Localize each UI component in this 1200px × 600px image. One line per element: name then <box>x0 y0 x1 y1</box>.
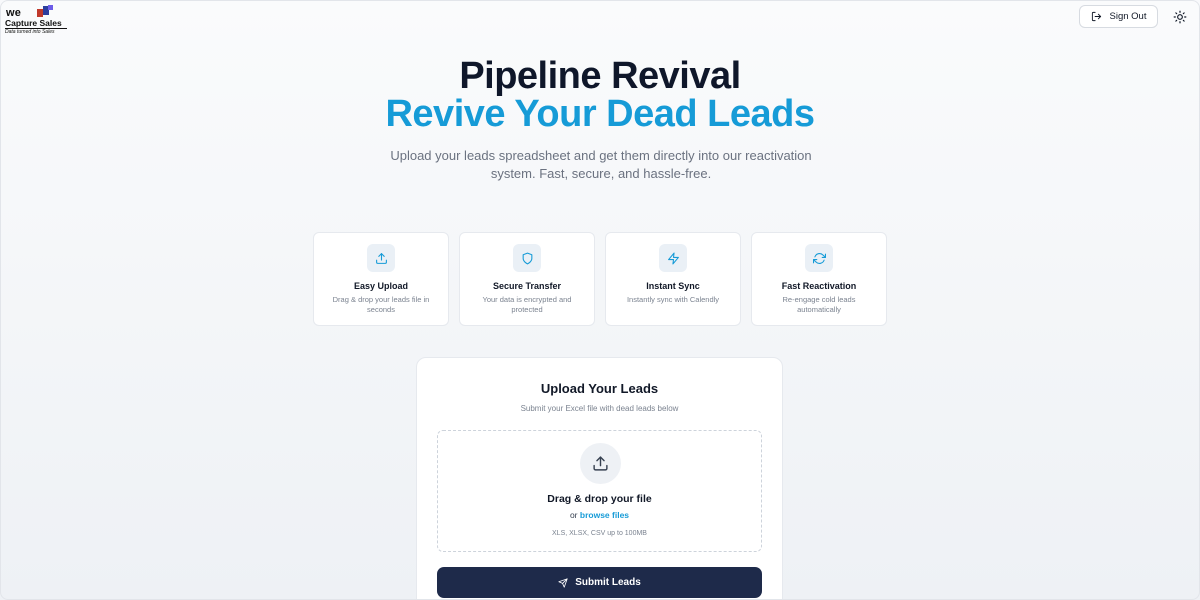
feature-title: Fast Reactivation <box>781 281 857 291</box>
feature-desc: Re-engage cold leads automatically <box>782 295 856 314</box>
dropzone-browse-line: or browse files <box>438 510 761 520</box>
dropzone-or-text: or <box>569 510 578 520</box>
feature-desc: Instantly sync with Calendly <box>626 295 720 304</box>
upload-title: Upload Your Leads <box>540 381 659 396</box>
page-subtitle: Revive Your Dead Leads <box>385 93 815 135</box>
feature-title: Easy Upload <box>353 281 409 291</box>
feature-list: Easy Upload Drag & drop your leads file … <box>313 232 887 326</box>
logo-brand-text: Capture Sales <box>5 18 62 28</box>
submit-leads-label: Submit Leads <box>575 577 641 588</box>
feature-card-fast-reactivation: Fast Reactivation Re-engage cold leads a… <box>751 232 887 326</box>
logo-mark-icon <box>37 5 53 17</box>
file-dropzone[interactable]: Drag & drop your file or browse files XL… <box>437 430 762 552</box>
dropzone-icon-circle <box>580 443 621 484</box>
logout-icon <box>1091 11 1101 22</box>
logo-tagline: Data turned into Sales <box>5 28 67 35</box>
refresh-icon <box>812 252 826 264</box>
shield-icon <box>522 252 532 264</box>
feature-title: Instant Sync <box>646 281 700 291</box>
upload-icon <box>375 252 387 264</box>
feature-card-instant-sync: Instant Sync Instantly sync with Calendl… <box>605 232 741 326</box>
feature-card-secure-transfer: Secure Transfer Your data is encrypted a… <box>459 232 595 326</box>
feature-card-easy-upload: Easy Upload Drag & drop your leads file … <box>313 232 449 326</box>
logo[interactable]: we Capture Sales Data turned into Sales <box>5 3 67 35</box>
dropzone-title: Drag & drop your file <box>547 493 652 505</box>
browse-files-link[interactable]: browse files <box>580 510 629 520</box>
sign-out-label: Sign Out <box>1109 11 1147 22</box>
page-title: Pipeline Revival <box>459 55 741 97</box>
upload-card: Upload Your Leads Submit your Excel file… <box>416 357 783 599</box>
zap-icon <box>667 252 679 264</box>
upload-icon <box>593 456 608 471</box>
sign-out-button[interactable]: Sign Out <box>1079 5 1158 28</box>
feature-desc: Drag & drop your leads file in seconds <box>332 295 430 314</box>
send-icon <box>558 577 568 588</box>
page-description: Upload your leads spreadsheet and get th… <box>390 148 812 181</box>
sun-icon[interactable] <box>1173 10 1187 24</box>
feature-title: Secure Transfer <box>492 281 562 291</box>
dropzone-hint: XLS, XLSX, CSV up to 100MB <box>552 530 647 537</box>
upload-subtitle: Submit your Excel file with dead leads b… <box>520 404 679 413</box>
submit-leads-button[interactable]: Submit Leads <box>437 567 762 598</box>
feature-desc: Your data is encrypted and protected <box>482 295 572 314</box>
app-frame: we Capture Sales Data turned into Sales … <box>0 0 1200 600</box>
